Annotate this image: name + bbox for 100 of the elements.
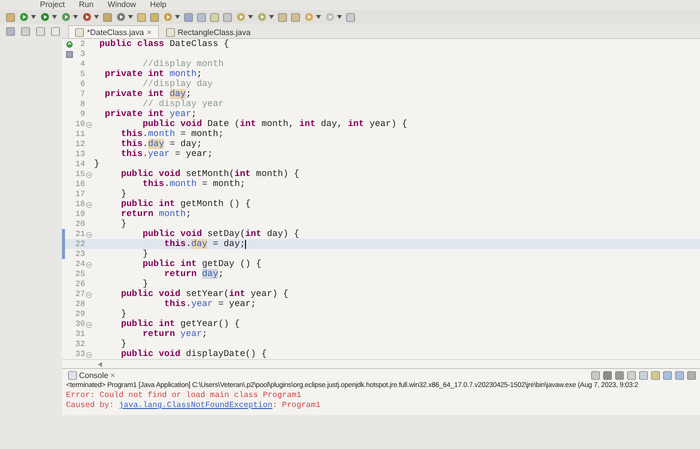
menu-item[interactable]: Window	[108, 0, 136, 10]
line-number: 30	[74, 320, 85, 328]
code-line: return month;	[120, 209, 192, 219]
line-number: 16	[74, 180, 85, 188]
code-line: this.year = year;	[120, 149, 213, 159]
fold-icon[interactable]	[86, 292, 92, 298]
caret-icon[interactable]	[175, 15, 180, 19]
run-icon[interactable]	[61, 12, 71, 22]
bookmark-marker-icon	[66, 50, 73, 58]
toolbar-icon[interactable]	[346, 12, 355, 22]
run-icon[interactable]	[19, 12, 29, 22]
code-line: }	[120, 189, 126, 199]
line-number: 13	[74, 150, 85, 158]
run-icon[interactable]	[163, 12, 173, 22]
code-line: }	[142, 279, 148, 289]
code-line: this.day = day;	[120, 139, 202, 149]
code-line: public int getDay () {	[142, 259, 262, 269]
line-number: 3	[79, 50, 85, 58]
code-line: // display year	[142, 99, 224, 109]
line-number: 7	[79, 90, 85, 98]
caret-icon[interactable]	[248, 15, 253, 19]
line-number: 25	[74, 270, 85, 278]
menu-item[interactable]: Help	[150, 0, 166, 10]
caret-icon[interactable]	[94, 15, 99, 19]
caret-icon[interactable]	[73, 15, 78, 19]
run-icon[interactable]	[82, 12, 92, 22]
line-number: 24	[74, 260, 85, 268]
caret-icon[interactable]	[337, 15, 342, 19]
line-number: 32	[74, 340, 85, 348]
code-line: this.month = month;	[120, 129, 224, 139]
line-number: 9	[79, 110, 85, 118]
editor-tab[interactable]: *DateClass.java ×	[68, 25, 159, 38]
code-line: return year;	[142, 329, 208, 339]
line-number: 11	[74, 130, 85, 138]
code-line: }	[142, 249, 148, 259]
line-number: 21	[74, 230, 85, 238]
code-line: public void displayDate() {	[120, 349, 267, 359]
code-line: public void setYear(int year) {	[120, 289, 288, 299]
caret-icon[interactable]	[31, 15, 36, 19]
line-number: 2	[79, 40, 85, 48]
line-number: 19	[74, 210, 85, 218]
exception-link[interactable]: java.lang.ClassNotFoundException	[118, 401, 272, 410]
line-number: 8	[79, 100, 85, 108]
code-line: this.day = day;	[163, 239, 246, 249]
fold-icon[interactable]	[86, 172, 92, 178]
run-icon[interactable]	[40, 12, 50, 22]
line-number: 6	[79, 80, 85, 88]
line-number: 29	[74, 310, 85, 318]
fold-icon[interactable]	[86, 352, 92, 358]
code-line: this.year = year;	[163, 299, 256, 309]
code-line: }	[120, 339, 126, 349]
line-number: 12	[74, 140, 85, 148]
code-line: this.month = month;	[142, 179, 246, 189]
editor-tab[interactable]: RectangleClass.java	[158, 25, 258, 38]
console-error-line: Error: Could not find or load main class Program1	[66, 391, 302, 400]
code-line: }	[120, 219, 126, 229]
line-number: 5	[79, 70, 85, 78]
code-line: //display month	[142, 59, 224, 69]
code-line: public void setDay(int day) {	[142, 229, 300, 239]
line-number: 33	[74, 350, 85, 358]
code-line: public void setMonth(int month) {	[120, 169, 300, 179]
line-number: 17	[74, 190, 85, 198]
scroll-left-icon[interactable]	[98, 362, 102, 366]
code-line: return day;	[163, 269, 224, 279]
menu-item[interactable]: Run	[78, 0, 94, 10]
fold-icon[interactable]	[86, 202, 92, 208]
code-line: public void Date (int month, int day, int year) {	[142, 119, 408, 129]
line-number: 18	[74, 200, 85, 208]
fold-icon[interactable]	[86, 122, 92, 128]
close-icon[interactable]: ×	[110, 370, 116, 380]
override-marker-icon	[66, 40, 73, 48]
caret-icon[interactable]	[269, 15, 274, 19]
console-tab[interactable]: Console ×	[66, 370, 118, 380]
code-line: }	[120, 309, 126, 319]
menu-item[interactable]: Project	[40, 0, 65, 10]
code-line: public int getYear() {	[120, 319, 240, 329]
line-number: 20	[74, 220, 85, 228]
caret-icon[interactable]	[52, 15, 57, 19]
line-number: 27	[74, 290, 85, 298]
line-number: 14	[74, 160, 85, 168]
fold-icon[interactable]	[86, 232, 92, 238]
code-line: public class DateClass {	[98, 39, 230, 49]
caret-icon[interactable]	[316, 15, 321, 19]
line-number: 26	[74, 280, 85, 288]
line-number: 23	[74, 250, 85, 258]
line-number: 28	[74, 300, 85, 308]
run-icon[interactable]	[116, 12, 126, 22]
line-number: 31	[74, 330, 85, 338]
line-number: 15	[74, 170, 85, 178]
close-icon[interactable]: ×	[146, 28, 152, 36]
line-number: 10	[74, 120, 85, 128]
fold-icon[interactable]	[86, 262, 92, 268]
code-line: public int getMonth () {	[120, 199, 251, 209]
fold-icon[interactable]	[86, 322, 92, 328]
code-line: private int day;	[104, 89, 192, 99]
text-cursor	[245, 240, 246, 248]
line-number: 22	[74, 240, 85, 248]
code-line: private int month;	[104, 69, 202, 79]
caret-icon[interactable]	[128, 15, 133, 19]
line-number: 4	[79, 60, 85, 68]
